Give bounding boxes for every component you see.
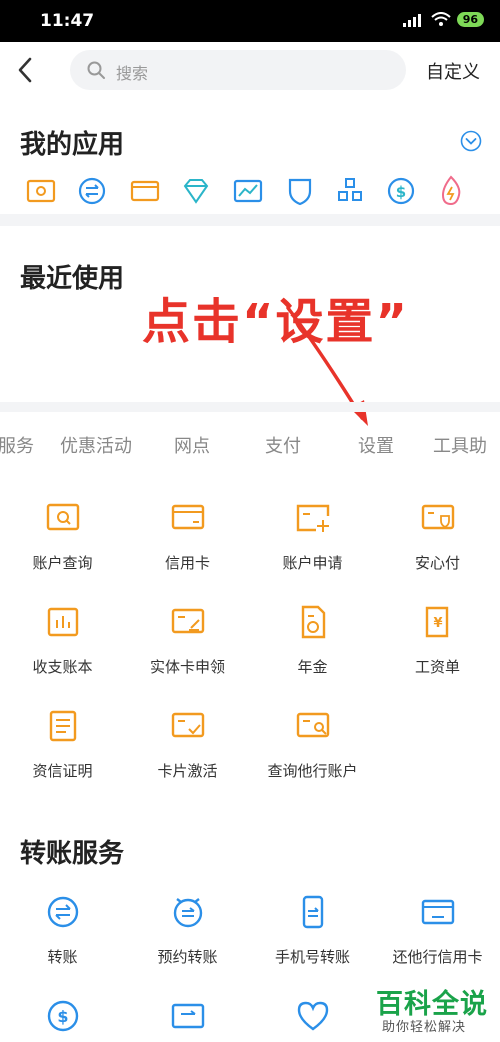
transfer-item[interactable]: 转账 xyxy=(0,894,125,994)
physical-card-icon xyxy=(171,608,205,634)
svg-text:$: $ xyxy=(396,183,406,201)
diamond-icon[interactable] xyxy=(179,173,213,209)
search-input[interactable]: 搜索 xyxy=(70,50,406,90)
repay-card-icon xyxy=(421,899,455,925)
service-label: 收支账本 xyxy=(32,658,93,676)
shield-icon[interactable] xyxy=(283,173,317,209)
tab-promotions[interactable]: 优惠活动 xyxy=(60,432,132,458)
tab-settings[interactable]: 设置 xyxy=(358,432,394,458)
service-item[interactable]: 收支账本 xyxy=(0,604,125,704)
annotation-arrow-icon xyxy=(286,306,368,426)
service-label: 信用卡 xyxy=(164,554,210,572)
service-item[interactable]: 实体卡申领 xyxy=(125,604,250,704)
credit-certificate-icon xyxy=(49,710,77,742)
section-divider xyxy=(0,402,500,412)
service-item[interactable]: ¥ 工资单 xyxy=(375,604,500,704)
service-label: 工资单 xyxy=(414,658,460,676)
service-item[interactable]: 年金 xyxy=(250,604,375,704)
secure-pay-icon xyxy=(421,504,455,530)
account-icon[interactable] xyxy=(24,173,58,209)
service-label: 实体卡申领 xyxy=(149,658,225,676)
transfer-label: 还他行信用卡 xyxy=(392,948,483,966)
wifi-icon xyxy=(431,12,451,26)
my-apps-title: 我的应用 xyxy=(20,130,125,160)
service-item[interactable]: 卡片激活 xyxy=(125,708,250,808)
top-bar: 搜索 自定义 xyxy=(0,42,500,98)
status-bar: 11:47 96 xyxy=(0,0,500,42)
account-query-icon xyxy=(46,503,80,531)
service-item[interactable]: 资信证明 xyxy=(0,708,125,808)
search-placeholder: 搜索 xyxy=(116,64,149,83)
status-icons: 96 xyxy=(402,12,484,27)
service-item[interactable]: 账户查询 xyxy=(0,500,125,600)
transfer-icon[interactable] xyxy=(75,173,109,209)
customize-button[interactable]: 自定义 xyxy=(426,58,480,84)
tab-payment[interactable]: 支付 xyxy=(265,432,301,458)
scheduled-transfer-icon xyxy=(173,898,203,928)
other-bank-query-icon xyxy=(296,712,330,738)
watermark-subtitle: 助你轻松解决 xyxy=(382,1020,467,1035)
service-item[interactable]: 安心付 xyxy=(375,500,500,600)
transfer-section-title: 转账服务 xyxy=(20,839,125,869)
service-item[interactable]: 信用卡 xyxy=(125,500,250,600)
card-activate-icon xyxy=(171,712,205,738)
annuity-icon xyxy=(301,605,326,639)
tab-tools[interactable]: 工具助 xyxy=(433,432,487,458)
transfer-item[interactable]: 预约转账 xyxy=(125,894,250,994)
phone-transfer-icon xyxy=(302,895,324,929)
service-label: 安心付 xyxy=(414,554,460,572)
account-apply-icon xyxy=(296,504,330,532)
ledger-icon xyxy=(47,607,79,637)
service-label: 账户查询 xyxy=(32,554,93,572)
grid-icon[interactable] xyxy=(333,173,367,209)
back-icon[interactable] xyxy=(14,56,38,84)
dollar-icon[interactable]: $ xyxy=(384,173,418,209)
my-apps-icons: $ xyxy=(0,173,500,213)
transfer-label: 手机号转账 xyxy=(274,948,350,966)
tab-services[interactable]: 服务 xyxy=(0,432,34,458)
flame-icon[interactable] xyxy=(434,173,468,209)
card-swap-icon[interactable] xyxy=(169,998,207,1034)
tab-branches[interactable]: 网点 xyxy=(174,432,210,458)
heart-icon[interactable] xyxy=(294,998,332,1034)
credit-card-icon xyxy=(171,504,205,530)
status-time: 11:47 xyxy=(40,11,95,31)
payslip-icon: ¥ xyxy=(425,606,449,638)
service-label: 资信证明 xyxy=(32,762,93,780)
card-icon[interactable] xyxy=(128,173,162,209)
battery-indicator: 96 xyxy=(456,12,484,27)
service-item[interactable]: 账户申请 xyxy=(250,500,375,600)
recent-title: 最近使用 xyxy=(20,264,125,294)
chevron-down-icon[interactable] xyxy=(460,130,482,152)
category-tabs: 服务 优惠活动 网点 支付 设置 工具助 xyxy=(0,422,500,466)
transfer-label: 转账 xyxy=(47,948,78,966)
dollar-circle-icon[interactable]: $ xyxy=(44,998,82,1034)
transfer-label: 预约转账 xyxy=(157,948,218,966)
signal-icon xyxy=(402,13,421,27)
svg-text:$: $ xyxy=(57,1007,68,1026)
service-item[interactable]: 查询他行账户 xyxy=(250,708,375,808)
watermark-logo: 百科全说 助你轻松解决 xyxy=(368,982,493,1036)
service-label: 卡片激活 xyxy=(157,762,218,780)
svg-text:¥: ¥ xyxy=(433,616,442,631)
chart-icon[interactable] xyxy=(231,173,265,209)
service-label: 年金 xyxy=(297,658,328,676)
transfer-icon xyxy=(47,896,79,928)
transfer-item[interactable]: 还他行信用卡 xyxy=(375,894,500,994)
section-divider xyxy=(0,214,500,226)
service-label: 账户申请 xyxy=(282,554,343,572)
transfer-item[interactable]: 手机号转账 xyxy=(250,894,375,994)
service-label: 查询他行账户 xyxy=(267,762,358,780)
search-icon xyxy=(87,61,105,79)
